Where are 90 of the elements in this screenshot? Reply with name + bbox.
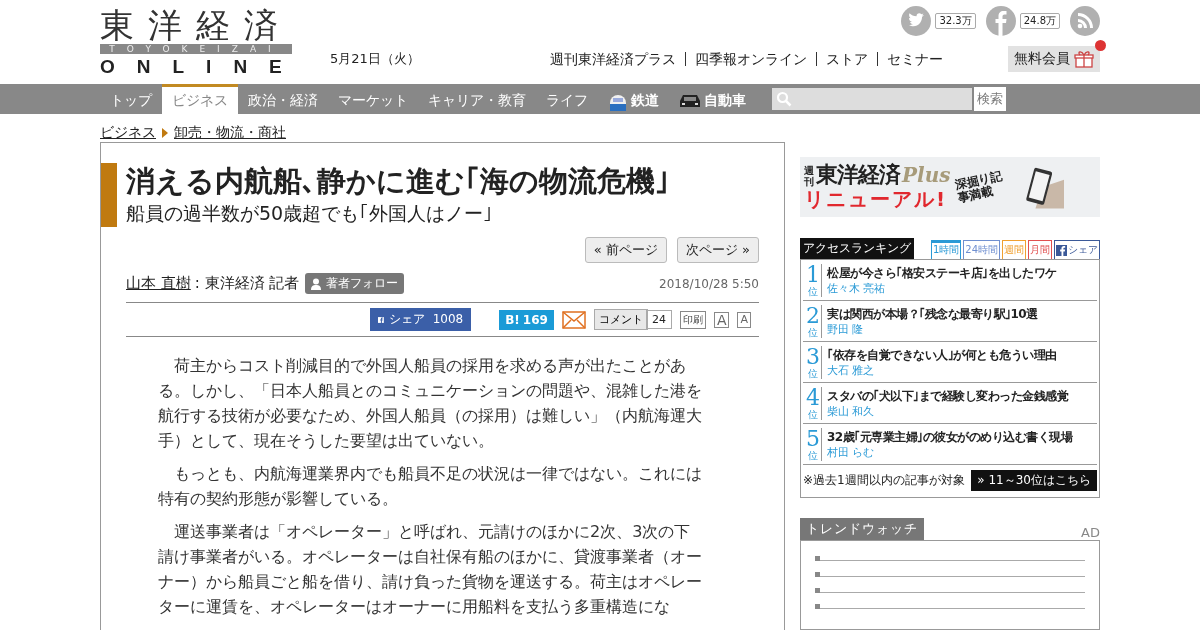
ranking-tab[interactable]: 月間 xyxy=(1028,240,1052,259)
logo-subtitle: TOYOKEIZAI xyxy=(100,44,292,54)
nav-tab[interactable]: マーケット xyxy=(328,84,418,114)
bullet-icon xyxy=(815,588,820,593)
mail-icon[interactable] xyxy=(561,310,586,329)
header-link[interactable]: 週刊東洋経済プラス xyxy=(541,52,685,66)
breadcrumb-link[interactable]: ビジネス xyxy=(100,124,156,142)
ranking-author[interactable]: 柴山 和久 xyxy=(827,404,1068,419)
facebook-icon[interactable] xyxy=(985,6,1016,36)
search-field[interactable] xyxy=(772,88,972,110)
facebook-share-button[interactable]: シェア 1008 xyxy=(370,308,472,331)
author-link[interactable]: 山本 直樹 xyxy=(126,274,191,293)
ranking-article-link[interactable]: 32歳｢元専業主婦｣の彼女がのめり込む書く現場 xyxy=(827,428,1073,445)
rank-number: 4 xyxy=(806,387,820,409)
font-large-button[interactable]: A xyxy=(713,311,730,328)
nav-tab[interactable]: ライフ xyxy=(536,84,598,114)
banner-plus: Plus xyxy=(902,163,951,187)
search-icon xyxy=(776,91,792,107)
gift-icon xyxy=(1074,50,1094,68)
logo-online: ONLINE xyxy=(100,56,292,78)
rank-number: 3 xyxy=(806,346,820,368)
article-paragraph: 荷主からコスト削減目的で外国人船員の採用を求める声が出たことがある。しかし、「日本人船員とのコミュニケーションの問題や、混雑した港を航行する技術が必要なため、外国人船員（の採用）は難しい」（内航海運大手）として、現在そうした要望は出ていない。 xyxy=(158,355,702,452)
ranking-author[interactable]: 村田 らむ xyxy=(827,445,1073,460)
ranking-author[interactable]: 野田 隆 xyxy=(827,322,1038,337)
trend-title: トレンドウォッチ xyxy=(800,518,924,540)
follower-count: 32.3万 xyxy=(935,13,976,29)
follower-count: 24.8万 xyxy=(1019,13,1060,29)
article-paragraph: もっとも、内航海運業界内でも船員不足の状況は一律ではない。これには特有の契約形態が影響している。 xyxy=(158,463,702,510)
nav-tab[interactable]: ビジネス xyxy=(162,84,238,114)
ranking-title: アクセスランキング xyxy=(800,238,914,259)
current-date: 5月21日（火） xyxy=(330,50,420,68)
hatena-bookmark-button[interactable]: B! 169 xyxy=(499,309,554,330)
caret-icon xyxy=(162,128,168,138)
bullet-icon xyxy=(815,572,820,577)
nav-tab[interactable]: 政治・経済 xyxy=(238,84,328,114)
font-small-button[interactable]: A xyxy=(737,311,751,328)
banner-brand: 東洋経済 xyxy=(816,163,900,187)
print-button[interactable]: 印刷 xyxy=(679,310,706,329)
ranking-author[interactable]: 大石 雅之 xyxy=(827,363,1057,378)
bullet-icon xyxy=(815,604,820,609)
nav-tab[interactable]: 自動車 xyxy=(669,84,756,114)
bullet-icon xyxy=(815,556,820,561)
article-title: 消える内航船､静かに進む｢海の物流危機｣ xyxy=(126,163,671,199)
banner-kicker: 週刊 xyxy=(804,165,814,187)
follow-button[interactable]: 著者フォロー xyxy=(305,273,405,294)
comment-button[interactable]: コメント xyxy=(593,309,648,330)
header-link[interactable]: ストア xyxy=(816,52,877,66)
header-link[interactable]: 四季報オンライン xyxy=(685,52,816,66)
logo-wordmark[interactable]: 東洋経済 xyxy=(100,6,292,44)
twitter-icon[interactable] xyxy=(901,6,932,36)
ranking-article-link[interactable]: ｢依存を自覚できない人｣が何とも危うい理由 xyxy=(827,346,1057,363)
ranking-article-link[interactable]: 松屋が今さら｢格安ステーキ店｣を出したワケ xyxy=(827,264,1057,281)
rank-number: 1 xyxy=(806,264,820,286)
rank-suffix: 位 xyxy=(808,409,818,420)
nav-tab[interactable]: キャリア・教育 xyxy=(418,84,536,114)
breadcrumb-link[interactable]: 卸売・物流・商社 xyxy=(174,124,286,142)
article-paragraph: 運送事業者は「オペレーター」と呼ばれ、元請けのほかに2次、3次の下請け事業者がいる。オペレーターは自社保有船のほかに、貸渡事業者（オーナー）から船員ごと船を借り、請け負った貨物を運送する。荷主はオペレーターに運賃を、オペレーターはオーナーに用船料を支払う多重構造にな xyxy=(158,521,702,618)
article-subtitle: 船員の過半数が50歳超でも｢外国人はノー｣ xyxy=(126,201,495,226)
ranking-tab[interactable]: シェア xyxy=(1054,240,1100,259)
rank-suffix: 位 xyxy=(808,286,818,297)
banner-headline: リニューアル! xyxy=(804,187,949,211)
pager-button[interactable]: 次ページ » xyxy=(676,237,759,263)
ranking-note: ※過去1週間以内の記事が対象 xyxy=(803,472,965,489)
banner-tagline: 深掘り記事満載 xyxy=(954,168,1005,206)
rank-number: 2 xyxy=(806,305,820,327)
ranking-article-link[interactable]: スタバの｢犬以下｣まで経験し変わった金銭感覚 xyxy=(827,387,1068,404)
rank-suffix: 位 xyxy=(808,450,818,461)
publish-date: 2018/10/28 5:50 xyxy=(659,276,759,291)
search-button[interactable]: 検索 xyxy=(974,87,1006,111)
person-icon xyxy=(311,277,324,290)
ranking-author[interactable]: 佐々木 亮祐 xyxy=(827,281,1057,296)
nav-tab[interactable]: トップ xyxy=(100,84,162,114)
rank-suffix: 位 xyxy=(808,368,818,379)
header-link[interactable]: セミナー xyxy=(877,52,952,66)
more-ranking-button[interactable]: » 11～30位はこちら xyxy=(971,470,1097,491)
nav-tab[interactable]: 鉄道 xyxy=(598,84,669,114)
car-icon xyxy=(679,92,701,109)
ranking-tab[interactable]: 24時間 xyxy=(963,240,1000,259)
rss-icon[interactable] xyxy=(1070,6,1100,36)
facebook-icon xyxy=(1056,244,1067,256)
pager-button[interactable]: « 前ページ xyxy=(584,237,667,263)
author-affiliation: : 東洋経済 記者 xyxy=(194,274,300,293)
rank-number: 5 xyxy=(806,428,820,450)
ad-label: AD xyxy=(1081,525,1100,540)
title-accent-bar xyxy=(101,163,117,227)
ranking-article-link[interactable]: 実は関西が本場？｢残念な最寄り駅｣10選 xyxy=(827,305,1038,322)
ranking-tab[interactable]: 1時間 xyxy=(930,240,962,259)
member-button[interactable]: 無料会員 xyxy=(1008,46,1100,72)
comment-count: 24 xyxy=(645,310,672,329)
rank-suffix: 位 xyxy=(808,327,818,338)
